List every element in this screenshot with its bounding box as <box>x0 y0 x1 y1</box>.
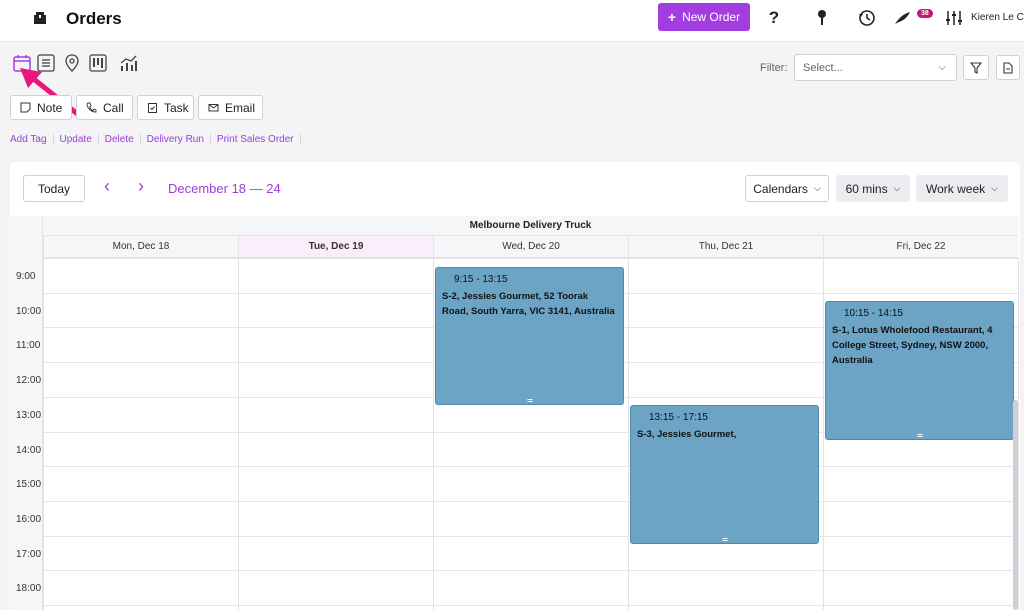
bulk-action-links: Add Tag Update Delete Delivery Run Print… <box>10 134 301 145</box>
view-label: Work week <box>926 181 986 196</box>
resource-header: Melbourne Delivery Truck <box>43 216 1018 236</box>
previous-week-icon[interactable]: ‹ <box>104 176 110 197</box>
chevron-down-icon: ⌵ <box>938 62 946 73</box>
time-label: 17:00 <box>16 548 42 560</box>
orders-box-icon <box>34 12 46 24</box>
time-label: 18:00 <box>16 583 42 595</box>
calendar-event[interactable]: 13:15 - 17:15 S-3, Jessies Gourmet, <box>630 405 819 545</box>
column-divider <box>823 258 824 610</box>
filter-placeholder: Select... <box>803 62 843 74</box>
calendar-event[interactable]: 10:15 - 14:15 S-1, Lotus Wholefood Restau… <box>825 301 1014 441</box>
delivery-run-link[interactable]: Delivery Run <box>141 134 211 145</box>
chevron-down-icon: ⌵ <box>813 183 821 193</box>
time-label: 11:00 <box>16 340 41 352</box>
scrollbar[interactable] <box>1013 400 1018 610</box>
delete-link[interactable]: Delete <box>99 134 141 145</box>
settings-sliders-icon[interactable] <box>944 8 964 28</box>
funnel-icon <box>970 61 982 74</box>
column-divider <box>43 258 44 610</box>
notification-badge: 38 <box>917 9 933 18</box>
event-time: 13:15 - 17:15 <box>649 412 708 424</box>
today-button[interactable]: Today <box>23 175 85 202</box>
call-button[interactable]: Call <box>76 95 133 120</box>
calendars-dropdown[interactable]: Calendars ⌵ <box>745 175 829 202</box>
time-label: 13:00 <box>16 409 42 421</box>
filter-funnel-button[interactable] <box>963 55 989 80</box>
column-divider <box>238 258 239 610</box>
chevron-down-icon: ⌵ <box>991 183 998 193</box>
day-header[interactable]: Mon, Dec 18 <box>43 236 238 258</box>
interval-label: 60 mins <box>845 181 888 196</box>
calendar-card: Today ‹ › December 18 — 24 Calendars ⌵ 6… <box>10 162 1020 610</box>
hour-line <box>43 605 1018 606</box>
resize-grip-icon[interactable] <box>722 538 727 542</box>
phone-icon <box>86 102 97 113</box>
event-title: S-2, Jessies Gourmet, 52 Toorak Road, So… <box>442 290 615 317</box>
new-order-button[interactable]: + New Order <box>658 3 750 31</box>
kanban-view-icon[interactable] <box>88 53 108 73</box>
note-icon <box>20 102 31 113</box>
column-divider <box>628 258 629 610</box>
note-button[interactable]: Note <box>10 95 72 120</box>
chevron-down-icon: ⌵ <box>893 183 901 193</box>
history-icon[interactable] <box>857 8 877 28</box>
time-label: 15:00 <box>16 479 42 491</box>
help-icon[interactable]: ? <box>764 8 784 28</box>
hour-line <box>43 535 1018 537</box>
call-label: Call <box>103 100 124 115</box>
date-range-label: December 18 — 24 <box>168 181 281 196</box>
calendars-label: Calendars <box>753 181 808 196</box>
event-title: S-1, Lotus Wholefood Restaurant, 4 Colle… <box>832 325 993 367</box>
interval-dropdown[interactable]: 60 mins ⌵ <box>836 175 910 202</box>
column-divider <box>1018 258 1019 610</box>
hour-line <box>43 570 1018 572</box>
hour-line <box>43 258 1018 259</box>
chart-view-icon[interactable] <box>119 53 139 73</box>
day-header[interactable]: Tue, Dec 19 <box>238 236 433 258</box>
email-label: Email <box>225 100 256 115</box>
page-title: Orders <box>66 9 122 28</box>
resize-grip-icon[interactable] <box>527 399 532 403</box>
filter-label: Filter: <box>760 62 788 74</box>
new-order-label: New Order <box>682 10 741 24</box>
pin-icon[interactable] <box>812 8 832 28</box>
hour-line <box>43 466 1018 468</box>
top-bar: Orders + New Order ? 38 Kieren Le C <box>0 0 1024 42</box>
time-label: 10:00 <box>16 305 42 317</box>
time-label: 12:00 <box>16 375 42 387</box>
export-button[interactable] <box>996 55 1020 80</box>
event-time: 9:15 - 13:15 <box>454 273 508 285</box>
filter-select[interactable]: Select... ⌵ <box>794 54 957 81</box>
time-label: 9:00 <box>16 271 36 282</box>
task-clipboard-icon <box>148 103 157 113</box>
email-button[interactable]: Email <box>198 95 263 120</box>
event-title: S-3, Jessies Gourmet, <box>637 429 737 441</box>
day-header[interactable]: Wed, Dec 20 <box>433 236 628 258</box>
resize-grip-icon[interactable] <box>917 434 922 438</box>
add-tag-link[interactable]: Add Tag <box>10 134 54 145</box>
view-dropdown[interactable]: Work week ⌵ <box>916 175 1008 202</box>
day-header[interactable]: Fri, Dec 22 <box>823 236 1018 258</box>
column-divider <box>433 258 434 610</box>
export-file-icon <box>1003 61 1013 74</box>
print-sales-order-link[interactable]: Print Sales Order <box>211 134 301 145</box>
envelope-icon <box>208 104 219 112</box>
event-time: 10:15 - 14:15 <box>844 308 903 320</box>
bird-notification-icon[interactable] <box>893 8 913 28</box>
update-link[interactable]: Update <box>54 134 99 145</box>
time-label: 14:00 <box>16 444 42 456</box>
plus-icon: + <box>667 9 677 25</box>
task-label: Task <box>164 100 189 115</box>
note-label: Note <box>37 100 63 115</box>
calendar-grid: Melbourne Delivery Truck Mon, Dec 18 Tue,… <box>10 216 1019 610</box>
task-button[interactable]: Task <box>137 95 194 120</box>
hour-line <box>43 500 1018 502</box>
next-week-icon[interactable]: › <box>138 176 144 197</box>
day-header[interactable]: Thu, Dec 21 <box>628 236 823 258</box>
user-name[interactable]: Kieren Le C <box>971 12 1024 23</box>
calendar-event[interactable]: 9:15 - 13:15 S-2, Jessies Gourmet, 52 Too… <box>435 266 624 406</box>
time-label: 16:00 <box>16 513 42 525</box>
